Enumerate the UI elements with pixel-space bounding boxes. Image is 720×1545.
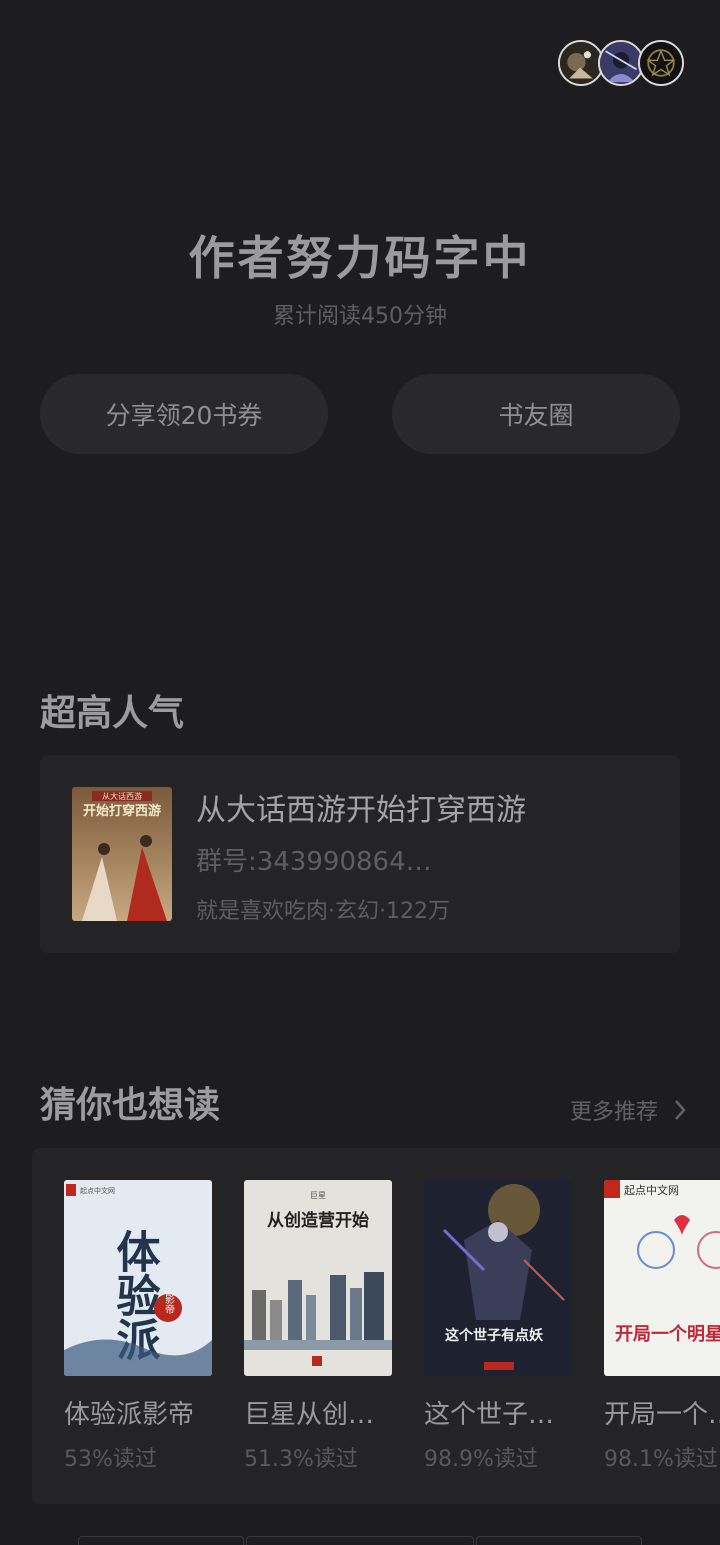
book-title[interactable]: 从大话西游开始打穿西游: [196, 785, 526, 829]
book-title[interactable]: 体验派影帝: [64, 1394, 212, 1431]
book-cover[interactable]: 起点中文网 体验派 影帝: [64, 1180, 212, 1376]
book-meta: 就是喜欢吃肉·玄幻·122万: [196, 899, 450, 924]
book-title[interactable]: 巨星从创…: [244, 1394, 392, 1431]
more-recommend-link[interactable]: 更多推荐: [570, 1094, 688, 1126]
book-cover[interactable]: 这个世子有点妖: [424, 1180, 572, 1376]
cover-title-text: 开始打穿西游: [83, 803, 161, 819]
read-percent: 53%读过: [64, 1447, 157, 1472]
read-percent: 51.3%读过: [244, 1447, 358, 1472]
chevron-right-icon: [675, 1100, 686, 1120]
cover-title-text: 这个世子有点妖: [445, 1327, 544, 1344]
read-percent: 98.1%读过: [604, 1447, 718, 1472]
recommend-section-title: 猜你也想读: [40, 1084, 221, 1126]
book-title[interactable]: 开局一个…: [604, 1394, 720, 1431]
book-title[interactable]: 这个世子…: [424, 1394, 572, 1431]
recommend-book-2[interactable]: 巨星 从创造营开始 巨星从创… 51.3%读过: [244, 1180, 392, 1473]
cover-brand: 起点中文网: [80, 1186, 115, 1195]
more-recommend-label: 更多推荐: [569, 1100, 658, 1125]
read-percent: 98.9%读过: [424, 1447, 538, 1472]
cover-top-text: 从大话西游: [102, 791, 142, 801]
group-number: 群号:343990864…: [196, 847, 432, 877]
book-cover[interactable]: 巨星 从创造营开始: [244, 1180, 392, 1376]
share-coupon-button[interactable]: 分享领20书券: [40, 374, 328, 454]
recommend-book-4[interactable]: 起点中文网 开局一个明星老 开局一个… 98.1%读过: [604, 1180, 720, 1473]
book-circle-button[interactable]: 书友圈: [392, 374, 680, 454]
book-cover[interactable]: 从大话西游 开始打穿西游: [72, 787, 172, 921]
cover-accent-text: 影帝: [163, 1294, 175, 1315]
recommend-list[interactable]: 起点中文网 体验派 影帝 体验派影帝 53%读过 巨星 从创造营开始 巨星从创……: [32, 1148, 720, 1504]
popular-section-title: 超高人气: [40, 692, 185, 734]
reader-avatar-3-icon[interactable]: [638, 40, 684, 86]
popular-book-card[interactable]: 从大话西游 开始打穿西游 从大话西游开始打穿西游 群号:343990864… 就…: [40, 755, 680, 953]
recommend-book-3[interactable]: 这个世子有点妖 这个世子… 98.9%读过: [424, 1180, 572, 1473]
reading-time: 累计阅读450分钟: [273, 304, 447, 329]
book-cover[interactable]: 起点中文网 开局一个明星老: [604, 1180, 720, 1376]
page-title: 作者努力码字中: [188, 231, 532, 285]
cover-title-text: 从创造营开始: [267, 1210, 369, 1231]
recommend-book-1[interactable]: 起点中文网 体验派 影帝 体验派影帝 53%读过: [64, 1180, 212, 1473]
cover-brand: 巨星: [310, 1191, 326, 1200]
cover-brand: 起点中文网: [624, 1183, 679, 1197]
reader-avatars[interactable]: [558, 40, 688, 88]
cover-title-text: 开局一个明星老: [615, 1323, 720, 1345]
